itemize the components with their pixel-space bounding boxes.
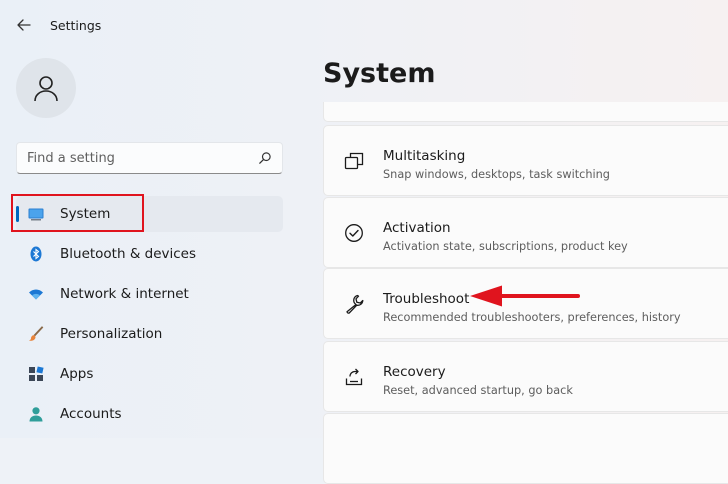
sidebar-nav: System Bluetooth & devices Network & int…: [16, 196, 283, 436]
settings-card-recovery[interactable]: Recovery Reset, advanced startup, go bac…: [323, 341, 728, 412]
settings-window: Settings System Blu: [0, 0, 728, 484]
card-subtitle: Reset, advanced startup, go back: [383, 384, 573, 397]
card-title: Troubleshoot: [383, 291, 470, 307]
avatar[interactable]: [16, 58, 76, 118]
search-box[interactable]: [16, 142, 283, 174]
recovery-icon: [345, 368, 363, 386]
card-subtitle: Snap windows, desktops, task switching: [383, 168, 610, 181]
sidebar-item-accounts[interactable]: Accounts: [16, 396, 283, 432]
settings-card-multitasking[interactable]: Multitasking Snap windows, desktops, tas…: [323, 125, 728, 196]
wrench-icon: [346, 294, 364, 314]
card-title: Activation: [383, 220, 451, 236]
sidebar-item-label: Personalization: [60, 326, 163, 342]
check-circle-icon: [345, 224, 363, 242]
page-title: System: [323, 58, 436, 89]
bluetooth-icon: [30, 246, 42, 262]
card-subtitle: Recommended troubleshooters, preferences…: [383, 311, 681, 324]
person-icon: [29, 407, 43, 422]
selection-indicator: [16, 206, 19, 222]
back-arrow-icon[interactable]: [14, 15, 34, 35]
apps-icon: [29, 366, 44, 381]
sidebar-item-label: Network & internet: [60, 286, 189, 302]
card-subtitle: Activation state, subscriptions, product…: [383, 240, 628, 253]
annotation-arrow-icon: [470, 285, 580, 307]
settings-card-activation[interactable]: Activation Activation state, subscriptio…: [323, 197, 728, 268]
search-icon[interactable]: [258, 151, 272, 165]
multitasking-icon: [344, 152, 364, 170]
sidebar-item-label: System: [60, 206, 111, 222]
sidebar-item-label: Bluetooth & devices: [60, 246, 197, 262]
sidebar-item-bluetooth[interactable]: Bluetooth & devices: [16, 236, 283, 272]
settings-card-partial-bottom[interactable]: [323, 413, 728, 484]
sidebar-item-label: Accounts: [60, 406, 122, 422]
sidebar-item-system[interactable]: System: [16, 196, 283, 232]
window-title: Settings: [50, 18, 102, 33]
monitor-icon: [28, 208, 44, 221]
sidebar-item-personalization[interactable]: Personalization: [16, 316, 283, 352]
card-title: Recovery: [383, 364, 446, 380]
person-icon: [34, 76, 58, 102]
search-input[interactable]: [17, 143, 259, 173]
sidebar-item-label: Apps: [60, 366, 94, 382]
paintbrush-icon: [29, 326, 44, 341]
card-title: Multitasking: [383, 148, 466, 164]
sidebar-item-apps[interactable]: Apps: [16, 356, 283, 392]
sidebar-item-network[interactable]: Network & internet: [16, 276, 283, 312]
title-bar: Settings: [0, 0, 728, 50]
settings-card-partial[interactable]: [323, 102, 728, 122]
wifi-icon: [29, 289, 43, 300]
